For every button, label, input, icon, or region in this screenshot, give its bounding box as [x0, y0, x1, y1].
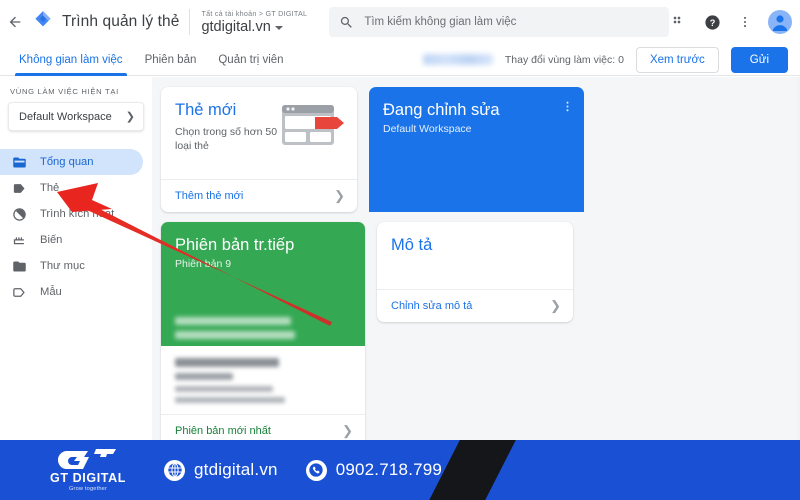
card-description-footer[interactable]: Chỉnh sửa mô tả ❯	[377, 289, 573, 322]
globe-icon	[164, 459, 185, 481]
card-footer-link: Chỉnh sửa mô tả	[391, 300, 473, 312]
sidebar-item-label: Biến	[40, 234, 63, 246]
card-live-version-header: Phiên bản tr.tiếp Phiên bản 9	[161, 222, 365, 346]
variable-icon	[12, 233, 27, 248]
template-icon	[12, 285, 27, 300]
card-new-tag[interactable]: Thẻ mới Chọn trong số hơn 50 loại thẻ Th…	[161, 87, 357, 212]
chevron-right-icon: ❯	[342, 423, 353, 438]
card-footer-link: Thêm thẻ mới	[175, 190, 244, 202]
search-input[interactable]: Tìm kiếm không gian làm việc	[329, 7, 670, 37]
sidebar-item-overview[interactable]: Tổng quan	[0, 149, 143, 175]
sidebar: VÙNG LÀM VIỆC HIỆN TẠI Default Workspace…	[0, 77, 152, 500]
tab-versions[interactable]: Phiên bản	[134, 44, 208, 76]
gt-logo-mark-icon	[58, 448, 116, 469]
blurred-badge	[422, 54, 493, 65]
back-arrow-icon[interactable]	[4, 11, 26, 33]
tab-bar: Không gian làm việc Phiên bản Quản trị v…	[0, 44, 800, 76]
account-name-row[interactable]: gtdigital.vn	[201, 19, 307, 36]
phone-icon	[305, 459, 327, 481]
gt-logo-tagline: Grow together	[68, 485, 108, 492]
search-placeholder: Tìm kiếm không gian làm việc	[364, 16, 517, 28]
tab-bar-actions: Thay đổi vùng làm việc: 0 Xem trước Gửi	[422, 46, 800, 73]
more-vert-icon[interactable]	[735, 12, 755, 32]
card-footer-link: Phiên bản mới nhất	[175, 425, 271, 437]
account-name: gtdigital.vn	[201, 18, 271, 35]
top-header: Trình quản lý thẻ Tất cả tài khoản > GT …	[0, 0, 800, 44]
sidebar-nav: Tổng quan Thẻ Trình kích hoạt Biến Thư m…	[0, 149, 152, 305]
overview-icon	[12, 155, 27, 170]
card-new-tag-footer[interactable]: Thêm thẻ mới ❯	[161, 179, 357, 212]
header-actions: ?	[669, 10, 794, 34]
workspace-selector[interactable]: Default Workspace ❯	[8, 102, 144, 131]
account-breadcrumb: Tất cả tài khoản > GT DIGITAL	[201, 8, 308, 18]
card-subtitle: Chọn trong số hơn 50 loại thẻ	[175, 126, 278, 152]
card-live-version[interactable]: Phiên bản tr.tiếp Phiên bản 9 Phiên bản …	[161, 222, 365, 447]
help-circle-icon[interactable]: ?	[702, 12, 722, 32]
sidebar-item-folders[interactable]: Thư mục	[0, 253, 143, 279]
footer-phone-text: 0902.718.799	[335, 460, 443, 479]
tab-admin[interactable]: Quản trị viên	[207, 44, 294, 76]
folder-icon	[12, 259, 27, 274]
card-description[interactable]: Mô tả Chỉnh sửa mô tả ❯	[377, 222, 573, 322]
sidebar-item-label: Thẻ	[40, 182, 60, 194]
app-title: Trình quản lý thẻ	[62, 13, 180, 30]
card-new-tag-body: Thẻ mới Chọn trong số hơn 50 loại thẻ	[161, 87, 357, 179]
sidebar-item-label: Tổng quan	[40, 156, 94, 168]
apps-grid-icon[interactable]	[669, 12, 689, 32]
blurred-text-line	[175, 358, 279, 367]
sidebar-item-variables[interactable]: Biến	[0, 227, 143, 253]
footer-website-text: gtdigital.vn	[194, 460, 278, 479]
main-content: Thẻ mới Chọn trong số hơn 50 loại thẻ Th…	[152, 77, 800, 500]
trigger-icon	[12, 207, 27, 222]
sidebar-item-label: Thư mục	[40, 260, 85, 272]
account-selector[interactable]: Tất cả tài khoản > GT DIGITAL gtdigital.…	[201, 9, 307, 36]
sidebar-item-tags[interactable]: Thẻ	[0, 175, 143, 201]
card-live-version-details	[161, 346, 365, 414]
submit-button[interactable]: Gửi	[730, 46, 788, 73]
footer-website[interactable]: gtdigital.vn	[164, 459, 278, 481]
avatar[interactable]	[768, 10, 793, 34]
blurred-text-line	[175, 317, 291, 325]
sidebar-item-templates[interactable]: Mẫu	[0, 279, 143, 305]
sidebar-item-label: Mẫu	[40, 286, 62, 298]
chevron-right-icon: ❯	[334, 188, 345, 203]
blurred-text-line	[175, 397, 285, 403]
search-icon	[339, 15, 354, 30]
gt-digital-logo: GT DIGITAL Grow together	[40, 448, 136, 492]
tag-manager-screen: Trình quản lý thẻ Tất cả tài khoản > GT …	[0, 0, 800, 500]
card-description-body: Mô tả	[377, 222, 573, 289]
header-divider	[189, 9, 191, 35]
footer-phone[interactable]: 0902.718.799	[305, 459, 443, 481]
svg-text:?: ?	[710, 18, 716, 28]
chevron-right-icon: ❯	[125, 111, 135, 123]
chevron-down-icon[interactable]	[274, 26, 283, 30]
card-editing[interactable]: Đang chỉnh sửa Default Workspace	[369, 87, 584, 212]
blurred-text-line	[175, 331, 295, 339]
tag-manager-logo-icon	[30, 9, 56, 35]
footer-banner: GT DIGITAL Grow together gtdigital.vn 09…	[0, 440, 800, 500]
tag-window-graphic-icon	[281, 103, 345, 151]
card-title: Đang chỉnh sửa	[383, 101, 500, 119]
workspace-name: Default Workspace	[19, 110, 112, 123]
tag-icon	[12, 181, 27, 196]
chevron-right-icon: ❯	[550, 298, 561, 313]
tab-workspace[interactable]: Không gian làm việc	[8, 44, 134, 76]
sidebar-item-label: Trình kích hoạt	[40, 208, 115, 220]
card-title: Phiên bản tr.tiếp	[175, 236, 295, 254]
more-vert-icon[interactable]	[561, 100, 574, 118]
preview-button[interactable]: Xem trước	[635, 46, 719, 73]
card-title: Mô tả	[391, 236, 433, 254]
blurred-text-line	[175, 373, 233, 380]
sidebar-item-triggers[interactable]: Trình kích hoạt	[0, 201, 143, 227]
workspace-changes-count: Thay đổi vùng làm việc: 0	[504, 53, 624, 66]
gt-logo-name: GT DIGITAL	[50, 470, 126, 485]
card-subtitle: Default Workspace	[383, 123, 472, 135]
sidebar-section-label: VÙNG LÀM VIỆC HIỆN TẠI	[10, 87, 119, 96]
card-subtitle: Phiên bản 9	[175, 258, 232, 270]
blurred-text-line	[175, 386, 273, 392]
footer-content: GT DIGITAL Grow together gtdigital.vn 09…	[0, 440, 800, 500]
